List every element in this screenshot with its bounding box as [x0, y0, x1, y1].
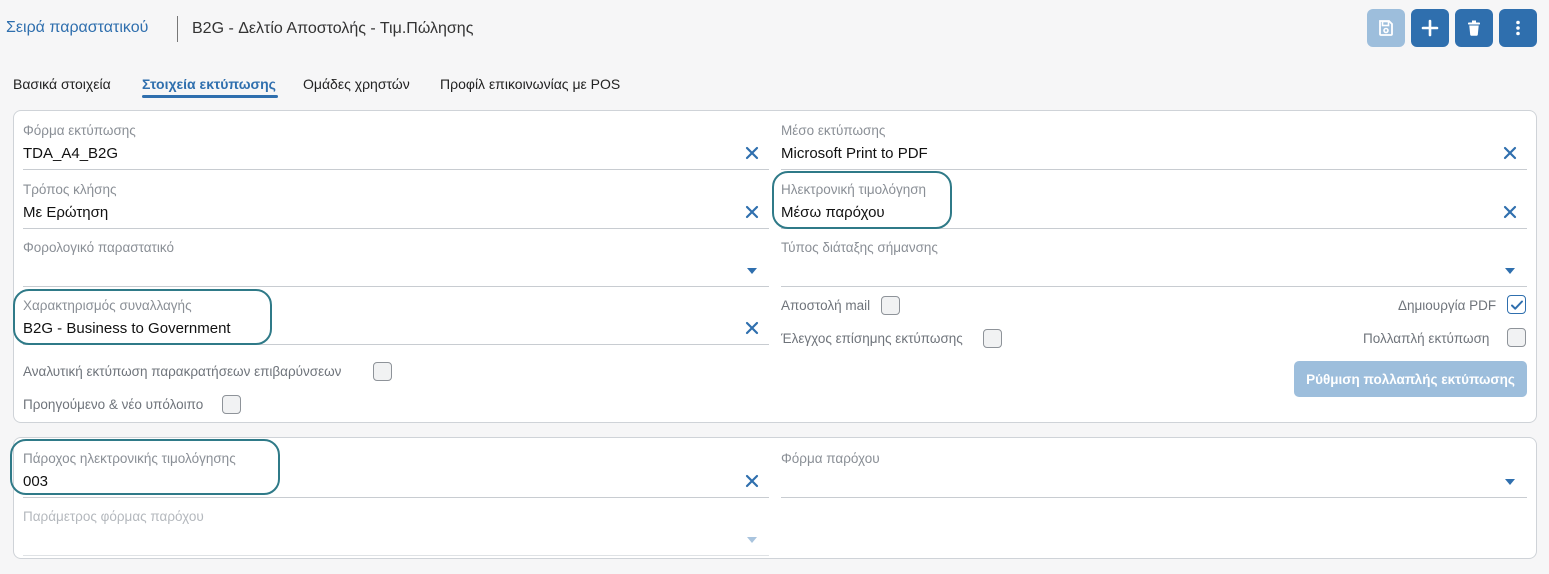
- official-print-check-label: Έλεγχος επίσημης εκτύπωσης: [781, 331, 963, 346]
- prev-new-balance-checkbox[interactable]: [222, 395, 241, 414]
- page-title: B2G - Δελτίο Αποστολής - Τιμ.Πώλησης: [192, 20, 474, 37]
- field-underline: [23, 555, 769, 556]
- tab-bar: Βασικά στοιχεία Στοιχεία εκτύπωσης Ομάδε…: [0, 74, 700, 100]
- e-invoicing-label: Ηλεκτρονική τιμολόγηση: [781, 182, 927, 197]
- breadcrumb-link[interactable]: Σειρά παραστατικού: [6, 19, 148, 37]
- create-pdf-label: Δημιουργία PDF: [1398, 298, 1497, 313]
- call-mode-field[interactable]: Τρόπος κλήσης Με Ερώτηση: [23, 182, 769, 230]
- breadcrumb-separator: [177, 16, 178, 42]
- field-underline: [23, 228, 769, 229]
- call-mode-value[interactable]: Με Ερώτηση: [23, 204, 108, 221]
- detailed-withholdings-checkbox[interactable]: [373, 362, 392, 381]
- chevron-down-icon: [747, 537, 757, 543]
- more-button[interactable]: [1499, 9, 1537, 47]
- provider-field[interactable]: Πάροχος ηλεκτρονικής τιμολόγησης 003: [23, 451, 769, 499]
- provider-form-param-label: Παράμετρος φόρμας παρόχου: [23, 509, 204, 524]
- plus-icon: [1421, 19, 1439, 37]
- save-button[interactable]: [1367, 9, 1405, 47]
- print-form-field[interactable]: Φόρμα εκτύπωσης TDA_A4_B2G: [23, 123, 769, 171]
- send-mail-checkbox[interactable]: [881, 296, 900, 315]
- field-underline: [781, 228, 1527, 229]
- delete-button[interactable]: [1455, 9, 1493, 47]
- print-form-label: Φόρμα εκτύπωσης: [23, 123, 136, 138]
- clear-icon[interactable]: [745, 474, 759, 488]
- transaction-type-field[interactable]: Χαρακτηρισμός συναλλαγής B2G - Business …: [23, 298, 769, 346]
- multiple-print-settings-button[interactable]: Ρύθμιση πολλαπλής εκτύπωσης: [1294, 361, 1527, 397]
- provider-value[interactable]: 003: [23, 473, 48, 490]
- clear-icon[interactable]: [1503, 146, 1517, 160]
- send-mail-label: Αποστολή mail: [781, 298, 871, 313]
- marking-layout-label: Τύπος διάταξης σήμανσης: [781, 240, 938, 255]
- detailed-withholdings-label: Αναλυτική εκτύπωση παρακρατήσεων επιβαρύ…: [23, 364, 342, 379]
- official-print-check-checkbox[interactable]: [983, 329, 1002, 348]
- clear-icon[interactable]: [745, 321, 759, 335]
- field-underline: [781, 169, 1527, 170]
- chevron-down-icon[interactable]: [1505, 268, 1515, 274]
- prev-new-balance-label: Προηγούμενο & νέο υπόλοιπο: [23, 397, 204, 412]
- e-invoicing-value[interactable]: Μέσω παρόχου: [781, 204, 885, 221]
- chevron-down-icon[interactable]: [747, 268, 757, 274]
- create-pdf-checkbox[interactable]: [1507, 295, 1526, 314]
- print-medium-label: Μέσο εκτύπωσης: [781, 123, 886, 138]
- tab-user-groups[interactable]: Ομάδες χρηστών: [303, 76, 410, 92]
- print-form-value[interactable]: TDA_A4_B2G: [23, 145, 118, 162]
- chevron-down-icon[interactable]: [1505, 479, 1515, 485]
- field-underline: [23, 497, 769, 498]
- active-tab-indicator: [142, 95, 278, 98]
- clear-icon[interactable]: [1503, 205, 1517, 219]
- tab-basic-info[interactable]: Βασικά στοιχεία: [13, 76, 111, 92]
- field-underline: [23, 169, 769, 170]
- marking-layout-field[interactable]: Τύπος διάταξης σήμανσης: [781, 240, 1527, 288]
- tax-document-field[interactable]: Φορολογικό παραστατικό: [23, 240, 769, 288]
- field-underline: [781, 497, 1527, 498]
- clear-icon[interactable]: [745, 205, 759, 219]
- check-icon: [1511, 300, 1523, 310]
- field-underline: [23, 286, 769, 287]
- transaction-type-label: Χαρακτηρισμός συναλλαγής: [23, 298, 192, 313]
- multiple-print-label: Πολλαπλή εκτύπωση: [1363, 331, 1490, 346]
- transaction-type-value[interactable]: B2G - Business to Government: [23, 320, 231, 337]
- provider-form-param-field: Παράμετρος φόρμας παρόχου: [23, 509, 769, 557]
- clear-icon[interactable]: [745, 146, 759, 160]
- more-vertical-icon: [1516, 20, 1520, 36]
- call-mode-label: Τρόπος κλήσης: [23, 182, 117, 197]
- page-header: Σειρά παραστατικού B2G - Δελτίο Αποστολή…: [0, 0, 1549, 60]
- provider-form-field[interactable]: Φόρμα παρόχου: [781, 451, 1527, 499]
- tax-document-label: Φορολογικό παραστατικό: [23, 240, 174, 255]
- print-medium-value[interactable]: Microsoft Print to PDF: [781, 145, 928, 162]
- tab-print-info[interactable]: Στοιχεία εκτύπωσης: [142, 76, 276, 92]
- multiple-print-checkbox[interactable]: [1507, 328, 1526, 347]
- field-underline: [23, 344, 769, 345]
- save-icon: [1379, 20, 1393, 36]
- field-underline: [781, 286, 1527, 287]
- print-medium-field[interactable]: Μέσο εκτύπωσης Microsoft Print to PDF: [781, 123, 1527, 171]
- provider-label: Πάροχος ηλεκτρονικής τιμολόγησης: [23, 451, 236, 466]
- provider-form-label: Φόρμα παρόχου: [781, 451, 880, 466]
- trash-icon: [1468, 20, 1480, 36]
- e-invoicing-field[interactable]: Ηλεκτρονική τιμολόγηση Μέσω παρόχου: [781, 182, 1527, 230]
- add-button[interactable]: [1411, 9, 1449, 47]
- tab-pos-profile[interactable]: Προφίλ επικοινωνίας με POS: [440, 76, 620, 92]
